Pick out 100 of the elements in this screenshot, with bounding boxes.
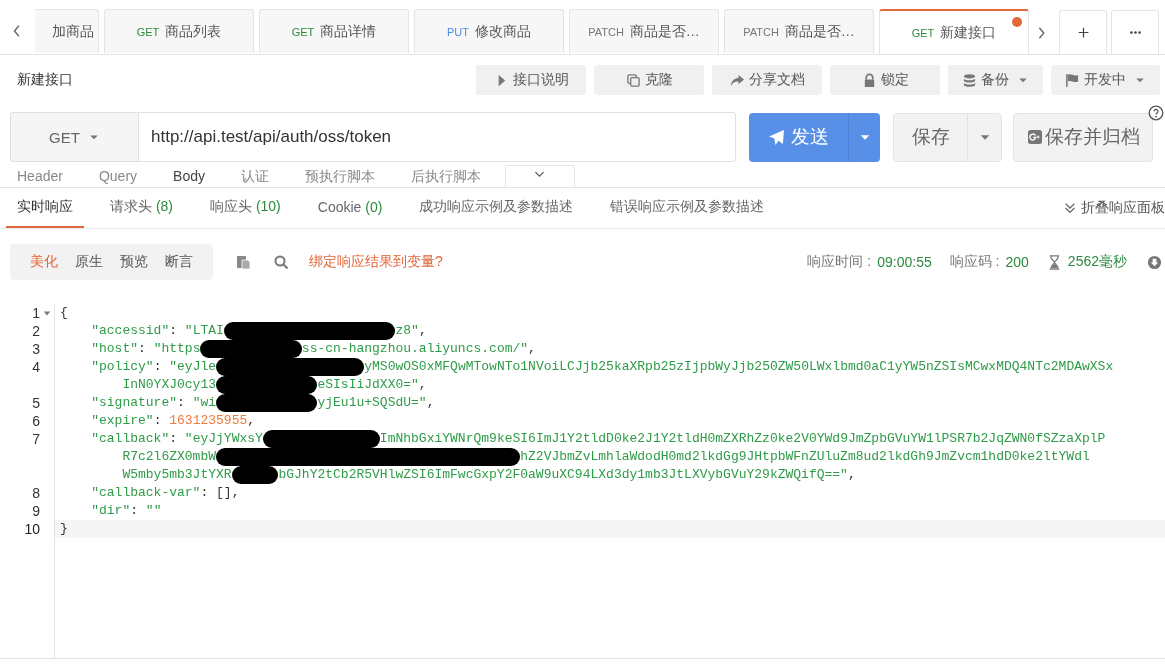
code-text: z8": [395, 322, 419, 340]
response-tab[interactable]: 实时响应: [6, 188, 84, 228]
response-tab[interactable]: Cookie (0): [306, 188, 394, 228]
request-section-tab[interactable]: 后执行脚本: [410, 165, 481, 187]
code-text: :: [169, 430, 179, 448]
method-label: GET: [911, 27, 935, 39]
page-title: 新建接口: [17, 71, 73, 89]
code-text: :: [153, 412, 163, 430]
line-number: 10: [24, 520, 41, 538]
collapse-panel-button[interactable]: 折叠响应面板: [1063, 188, 1165, 228]
line-number: 1: [32, 304, 40, 322]
code-text: {: [60, 304, 68, 322]
code-text: "accessid": [91, 322, 170, 340]
share-icon: [729, 72, 745, 88]
code-text: ,: [426, 394, 435, 412]
request-tab[interactable]: GET 商品列表: [104, 9, 254, 53]
copy-response-button[interactable]: [235, 254, 251, 270]
response-tab[interactable]: 请求头 (8): [99, 188, 184, 228]
response-tab[interactable]: 成功响应示例及参数描述: [408, 188, 585, 228]
code-text: "LTAI: [184, 322, 224, 340]
response-tab[interactable]: 响应头 (10): [199, 188, 292, 228]
toolbar-button[interactable]: 克隆: [594, 65, 704, 95]
send-options-button[interactable]: [848, 112, 880, 162]
code-text: "https: [153, 340, 201, 358]
new-tab-button[interactable]: [1059, 10, 1107, 54]
code-text: "host": [91, 340, 138, 358]
code-text: "signature": [91, 394, 178, 412]
flag-icon: [1065, 72, 1080, 88]
more-button[interactable]: [1111, 10, 1159, 54]
line-number: 3: [32, 340, 41, 358]
code-text: "expire": [91, 412, 154, 430]
duration: 2562毫秒: [1067, 253, 1127, 271]
save-archive-button[interactable]: 保存并归档: [1013, 112, 1153, 162]
response-time: 09:00:55: [877, 254, 932, 270]
request-tab[interactable]: PUT 修改商品: [414, 9, 564, 53]
view-mode-option[interactable]: 预览: [120, 253, 148, 271]
code-text: "dir": [91, 502, 131, 520]
request-tab[interactable]: 加商品: [35, 9, 99, 53]
download-button[interactable]: [1147, 254, 1162, 270]
tab-title: 修改商品: [475, 22, 531, 41]
code-text: ss-cn-hangzhou.aliyuncs.com/": [301, 340, 529, 358]
response-tab[interactable]: 错误响应示例及参数描述: [599, 188, 776, 228]
bind-variable-link[interactable]: 绑定响应结果到变量?: [309, 253, 443, 271]
url-field[interactable]: http://api.test/api/auth/oss/token: [138, 112, 736, 162]
method-label: GET: [136, 25, 160, 38]
code-text: ,: [418, 322, 427, 340]
request-section-tab[interactable]: 预执行脚本: [304, 165, 375, 187]
unsaved-dot: [1012, 17, 1022, 27]
save-options-button[interactable]: [967, 113, 1001, 161]
code-text: "eyJle: [169, 358, 217, 376]
code-text: : [],: [200, 484, 240, 502]
code-text: eSIsIiJdXX0=": [317, 376, 419, 394]
code-text: 1631235955: [169, 412, 248, 430]
code-text: :: [130, 502, 140, 520]
tab-title: 商品是否…: [629, 22, 700, 41]
line-number: 7: [32, 430, 41, 448]
clipboard-icon: [235, 254, 251, 270]
code-text: ,: [847, 466, 856, 484]
method-label: PATCH: [743, 25, 779, 38]
code-text: ,: [418, 376, 427, 394]
code-text: ImNhbGxiYWNrQm9keSI6ImJ1Y2tldD0ke2J1Y2tldH0mZXRhZz0ke2V0YWd9JmZpbGVuYW1lPSR7b2JqZWN0fSZzaXplP: [379, 430, 1106, 448]
line-number: 5: [32, 394, 41, 412]
toolbar-button[interactable]: 锁定: [830, 65, 940, 95]
collapse-tab[interactable]: [504, 165, 575, 187]
search-icon: [273, 254, 289, 270]
request-tab[interactable]: GET 新建接口: [879, 9, 1029, 54]
code-text: :: [169, 322, 179, 340]
view-mode-option[interactable]: 断言: [165, 253, 193, 271]
search-button[interactable]: [273, 254, 289, 270]
method-label: PUT: [447, 25, 469, 38]
paper-plane-icon: [768, 128, 785, 146]
request-section-tab[interactable]: Header: [17, 165, 63, 187]
download-icon: [1147, 254, 1162, 270]
request-tab[interactable]: PATCH 商品是否…: [724, 9, 874, 53]
double-chevron-down-icon: [1063, 201, 1077, 215]
code-text: bGJhY2tCb2R5VHlwZSI6ImFwcGxpY2F0aW9uXC94LXd3dy1mb3JtLXVybGVuY29kZWQifQ==": [278, 466, 848, 484]
save-button[interactable]: 保存: [894, 113, 967, 161]
code-text: "eyJjYWxsY: [184, 430, 263, 448]
stat-label: 响应码 :: [949, 253, 1000, 271]
code-text: W5mby5mb3JtYXR: [122, 466, 232, 484]
tab-title: 加商品: [52, 22, 94, 41]
line-number: 8: [32, 484, 41, 502]
view-mode-option[interactable]: 原生: [75, 253, 103, 271]
request-tab[interactable]: GET 商品详情: [259, 9, 409, 53]
code-text: "wi: [192, 394, 217, 412]
toolbar-button[interactable]: 开发中: [1051, 65, 1160, 95]
request-section-tab[interactable]: Body: [173, 165, 205, 187]
fold-icon: [43, 309, 51, 317]
code-text: ,: [528, 340, 536, 358]
code-text: ,: [247, 412, 256, 430]
request-section-tab[interactable]: 认证: [240, 165, 269, 187]
code-text: :: [138, 340, 147, 358]
line-number: 4: [32, 358, 41, 376]
request-tab[interactable]: PATCH 商品是否…: [569, 9, 719, 53]
request-section-tab[interactable]: Query: [98, 165, 138, 187]
toolbar-button[interactable]: 接口说明: [476, 65, 586, 95]
method-select[interactable]: GET: [10, 112, 138, 162]
toolbar-button[interactable]: 备份: [948, 65, 1043, 95]
toolbar-button[interactable]: 分享文档: [712, 65, 822, 95]
database-icon: [962, 72, 977, 88]
